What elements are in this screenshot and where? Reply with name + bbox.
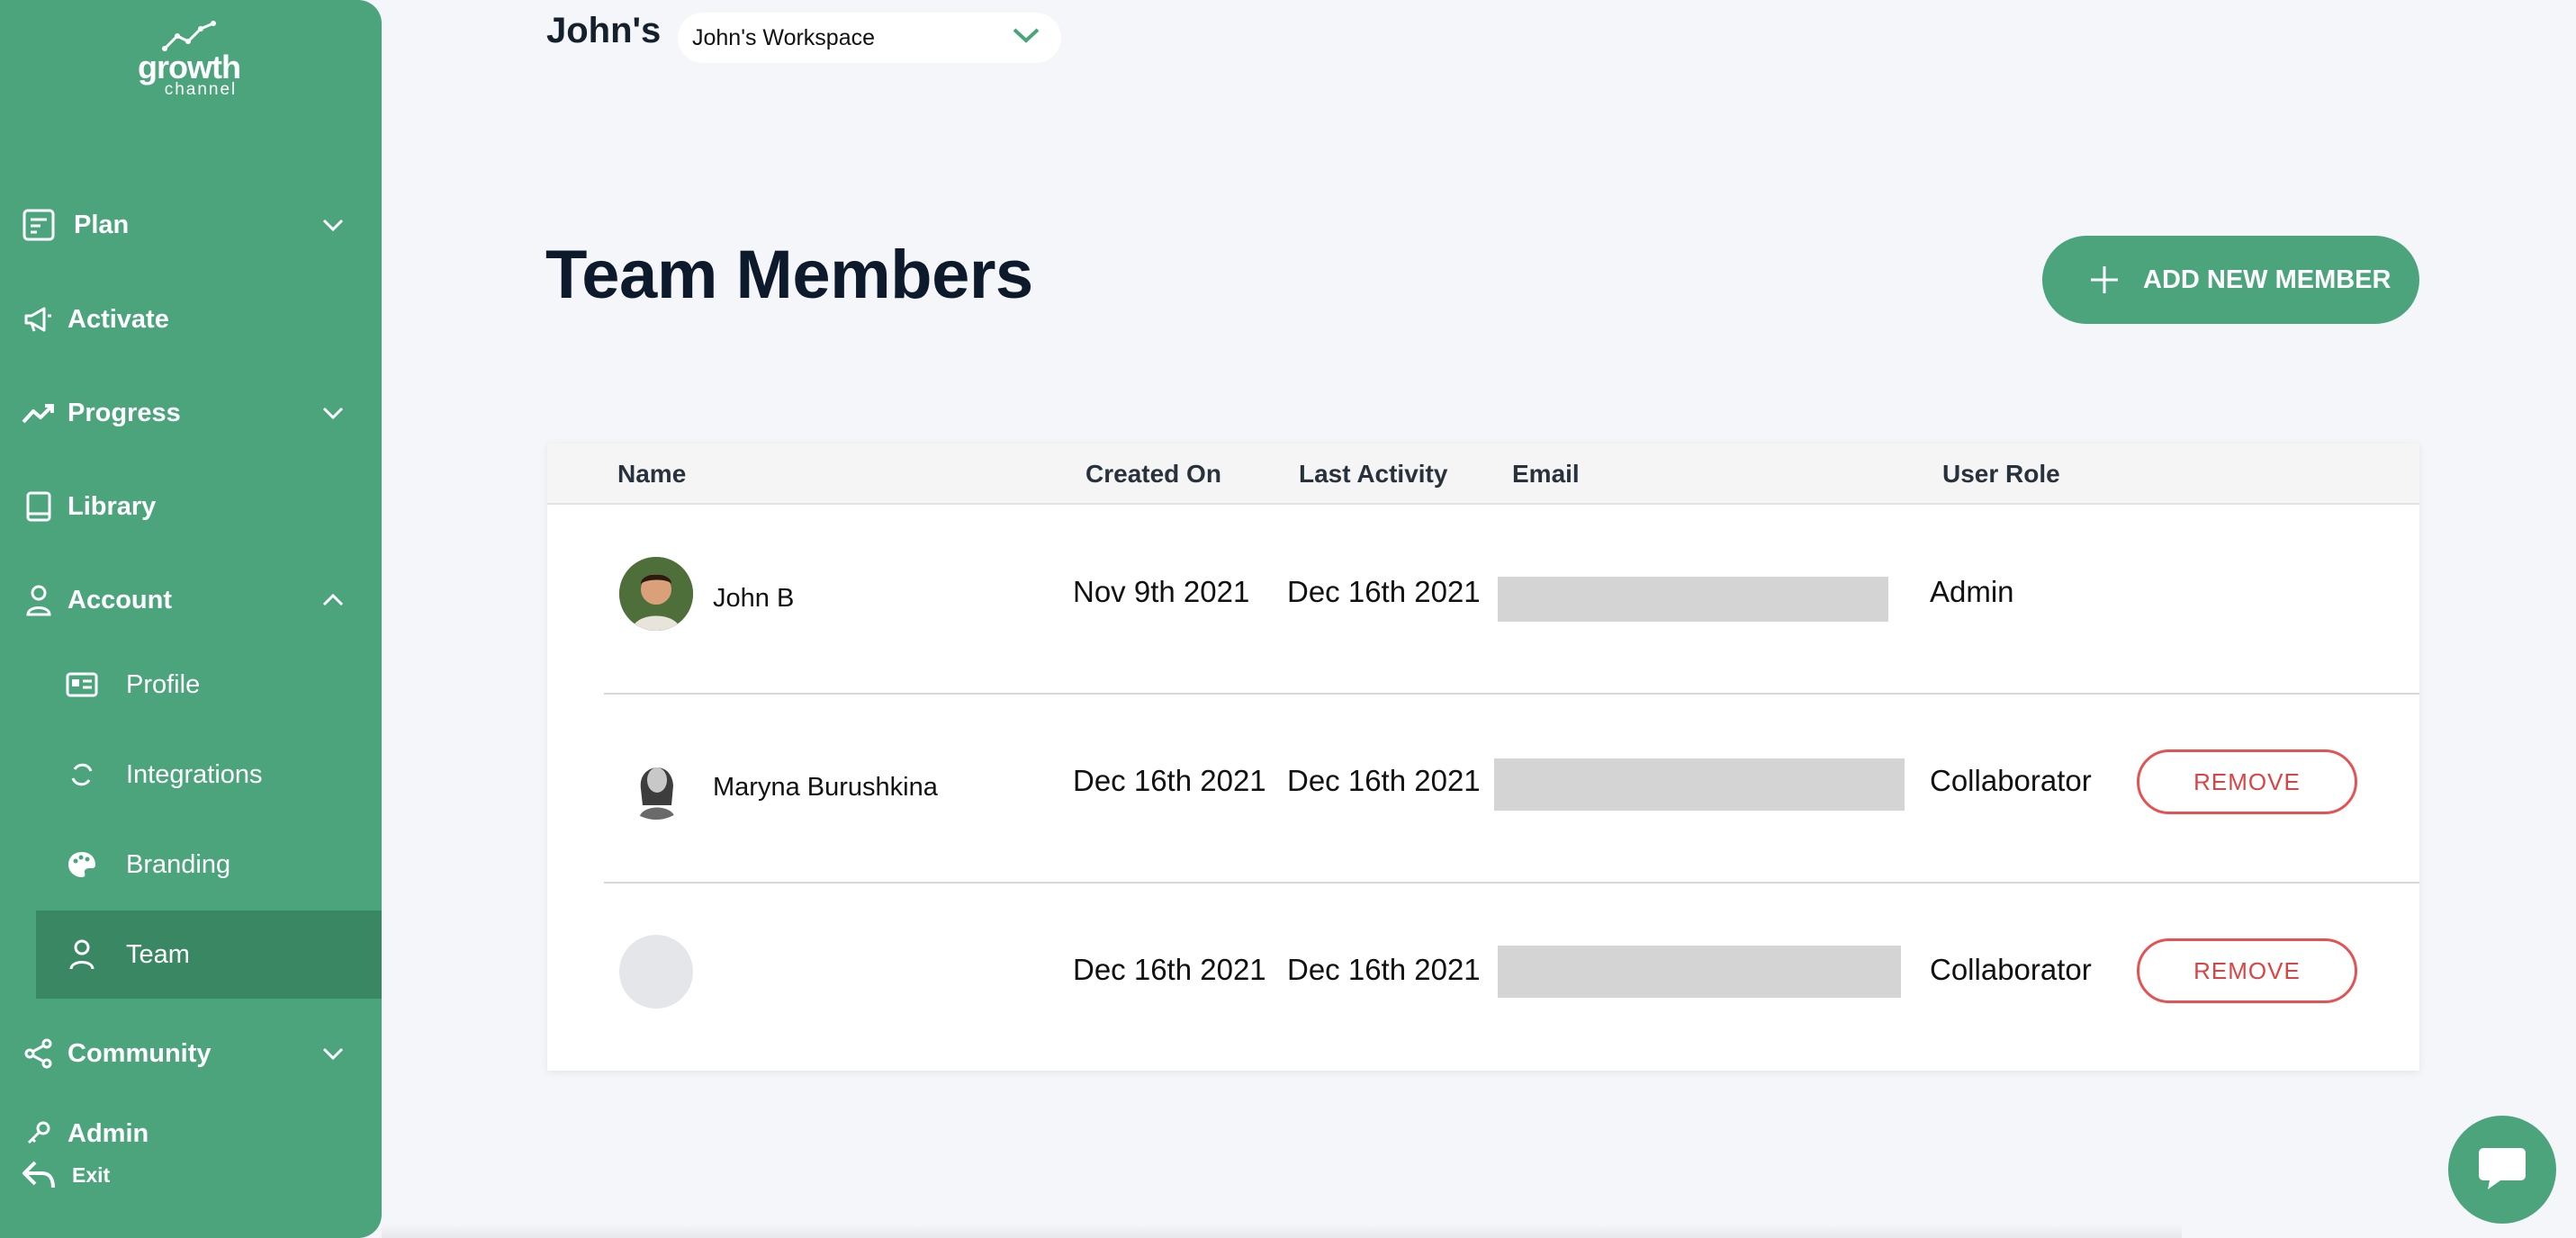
team-members-table: Name Created On Last Activity Email User… bbox=[547, 444, 2419, 1071]
sidebar-item-label: Progress bbox=[68, 398, 181, 427]
table-header: Name Created On Last Activity Email User… bbox=[547, 444, 2419, 505]
chat-bubble-icon bbox=[2475, 1143, 2529, 1198]
last-activity: Dec 16th 2021 bbox=[1287, 575, 1481, 608]
add-new-member-button[interactable]: ADD NEW MEMBER bbox=[2042, 236, 2419, 324]
avatar-placeholder bbox=[619, 935, 693, 1009]
sidebar-subitem-integrations[interactable]: Integrations bbox=[36, 731, 382, 819]
book-icon bbox=[20, 488, 58, 525]
sidebar-item-admin[interactable]: Admin bbox=[0, 1116, 382, 1152]
workspace-owner: John's bbox=[546, 11, 662, 50]
sidebar-item-account[interactable]: Account bbox=[0, 569, 382, 632]
sidebar-item-plan[interactable]: Plan bbox=[0, 193, 382, 256]
column-header-email[interactable]: Email bbox=[1512, 460, 1580, 489]
sidebar-item-label: Activate bbox=[68, 304, 169, 334]
avatar bbox=[619, 746, 693, 820]
chat-widget-button[interactable] bbox=[2448, 1116, 2556, 1224]
person-icon bbox=[63, 936, 101, 973]
user-role: Collaborator bbox=[1930, 953, 2092, 986]
plan-icon bbox=[20, 206, 58, 244]
key-icon bbox=[20, 1114, 58, 1152]
sidebar-item-activate[interactable]: Activate bbox=[0, 288, 382, 351]
created-on: Dec 16th 2021 bbox=[1073, 764, 1266, 797]
email-redacted bbox=[1498, 577, 1888, 622]
user-role: Admin bbox=[1930, 575, 2014, 608]
column-header-user-role[interactable]: User Role bbox=[1942, 460, 2060, 489]
logo-trend-icon bbox=[162, 21, 216, 51]
page-title: Team Members bbox=[545, 237, 1033, 313]
chevron-down-icon[interactable] bbox=[320, 1041, 346, 1066]
avatar bbox=[619, 557, 693, 631]
chevron-down-icon bbox=[1011, 25, 1041, 51]
created-on: Nov 9th 2021 bbox=[1073, 575, 1250, 608]
sidebar-subitem-label: Integrations bbox=[126, 759, 263, 789]
sidebar-subitem-team[interactable]: Team bbox=[36, 911, 382, 999]
user-role: Collaborator bbox=[1930, 764, 2092, 797]
column-header-created-on[interactable]: Created On bbox=[1085, 460, 1221, 489]
logo-text: growth bbox=[138, 49, 241, 85]
chevron-up-icon[interactable] bbox=[320, 588, 346, 613]
megaphone-icon bbox=[20, 301, 58, 338]
chevron-down-icon[interactable] bbox=[320, 212, 346, 238]
trend-icon bbox=[20, 394, 58, 432]
last-activity: Dec 16th 2021 bbox=[1287, 764, 1481, 797]
add-new-member-label: ADD NEW MEMBER bbox=[2143, 265, 2391, 294]
member-name: Maryna Burushkina bbox=[713, 773, 938, 802]
remove-member-button[interactable]: REMOVE bbox=[2137, 749, 2357, 814]
workspace-select[interactable]: John's Workspace bbox=[678, 13, 1061, 63]
member-name: John B bbox=[713, 584, 795, 613]
page-bottom-edge bbox=[382, 1224, 2182, 1238]
email-redacted bbox=[1494, 758, 1905, 811]
palette-icon bbox=[63, 846, 101, 884]
sidebar-item-community[interactable]: Community bbox=[0, 1022, 382, 1085]
sidebar-item-progress[interactable]: Progress bbox=[0, 381, 382, 444]
user-icon bbox=[20, 581, 58, 619]
sidebar-item-label: Admin bbox=[68, 1118, 149, 1148]
column-header-name[interactable]: Name bbox=[617, 460, 686, 489]
table-row: Maryna Burushkina Dec 16th 2021 Dec 16th… bbox=[547, 694, 2419, 883]
sidebar-subitem-branding[interactable]: Branding bbox=[36, 821, 382, 909]
sidebar-item-label: Community bbox=[68, 1038, 212, 1068]
sidebar-item-label: Exit bbox=[72, 1162, 111, 1187]
last-activity: Dec 16th 2021 bbox=[1287, 953, 1481, 986]
share-icon bbox=[20, 1035, 58, 1072]
sidebar-subitem-label: Team bbox=[126, 939, 190, 969]
logo-subtext: channel bbox=[164, 80, 238, 99]
sidebar-item-exit[interactable]: Exit bbox=[0, 1155, 382, 1195]
chevron-down-icon[interactable] bbox=[320, 400, 346, 426]
sidebar: growth channel Plan Activate Progress Li… bbox=[0, 0, 382, 1238]
sync-icon bbox=[63, 756, 101, 794]
workspace-select-value: John's Workspace bbox=[692, 24, 876, 50]
created-on: Dec 16th 2021 bbox=[1073, 953, 1266, 986]
table-row: Dec 16th 2021 Dec 16th 2021 Collaborator… bbox=[547, 883, 2419, 1072]
sidebar-item-label: Library bbox=[68, 491, 157, 521]
exit-icon bbox=[20, 1156, 58, 1194]
table-row: John B Nov 9th 2021 Dec 16th 2021 Admin bbox=[547, 505, 2419, 694]
sidebar-subitem-label: Branding bbox=[126, 849, 231, 879]
sidebar-subitem-profile[interactable]: Profile bbox=[36, 641, 382, 729]
sidebar-item-library[interactable]: Library bbox=[0, 475, 382, 538]
sidebar-item-label: Plan bbox=[74, 210, 130, 239]
email-redacted bbox=[1498, 946, 1901, 998]
column-header-last-activity[interactable]: Last Activity bbox=[1299, 460, 1447, 489]
sidebar-subitem-label: Profile bbox=[126, 669, 201, 699]
growth-channel-logo[interactable]: growth channel bbox=[135, 20, 243, 103]
id-card-icon bbox=[63, 666, 101, 704]
plus-icon bbox=[2087, 263, 2121, 304]
remove-member-button[interactable]: REMOVE bbox=[2137, 938, 2357, 1003]
sidebar-item-label: Account bbox=[68, 585, 172, 615]
